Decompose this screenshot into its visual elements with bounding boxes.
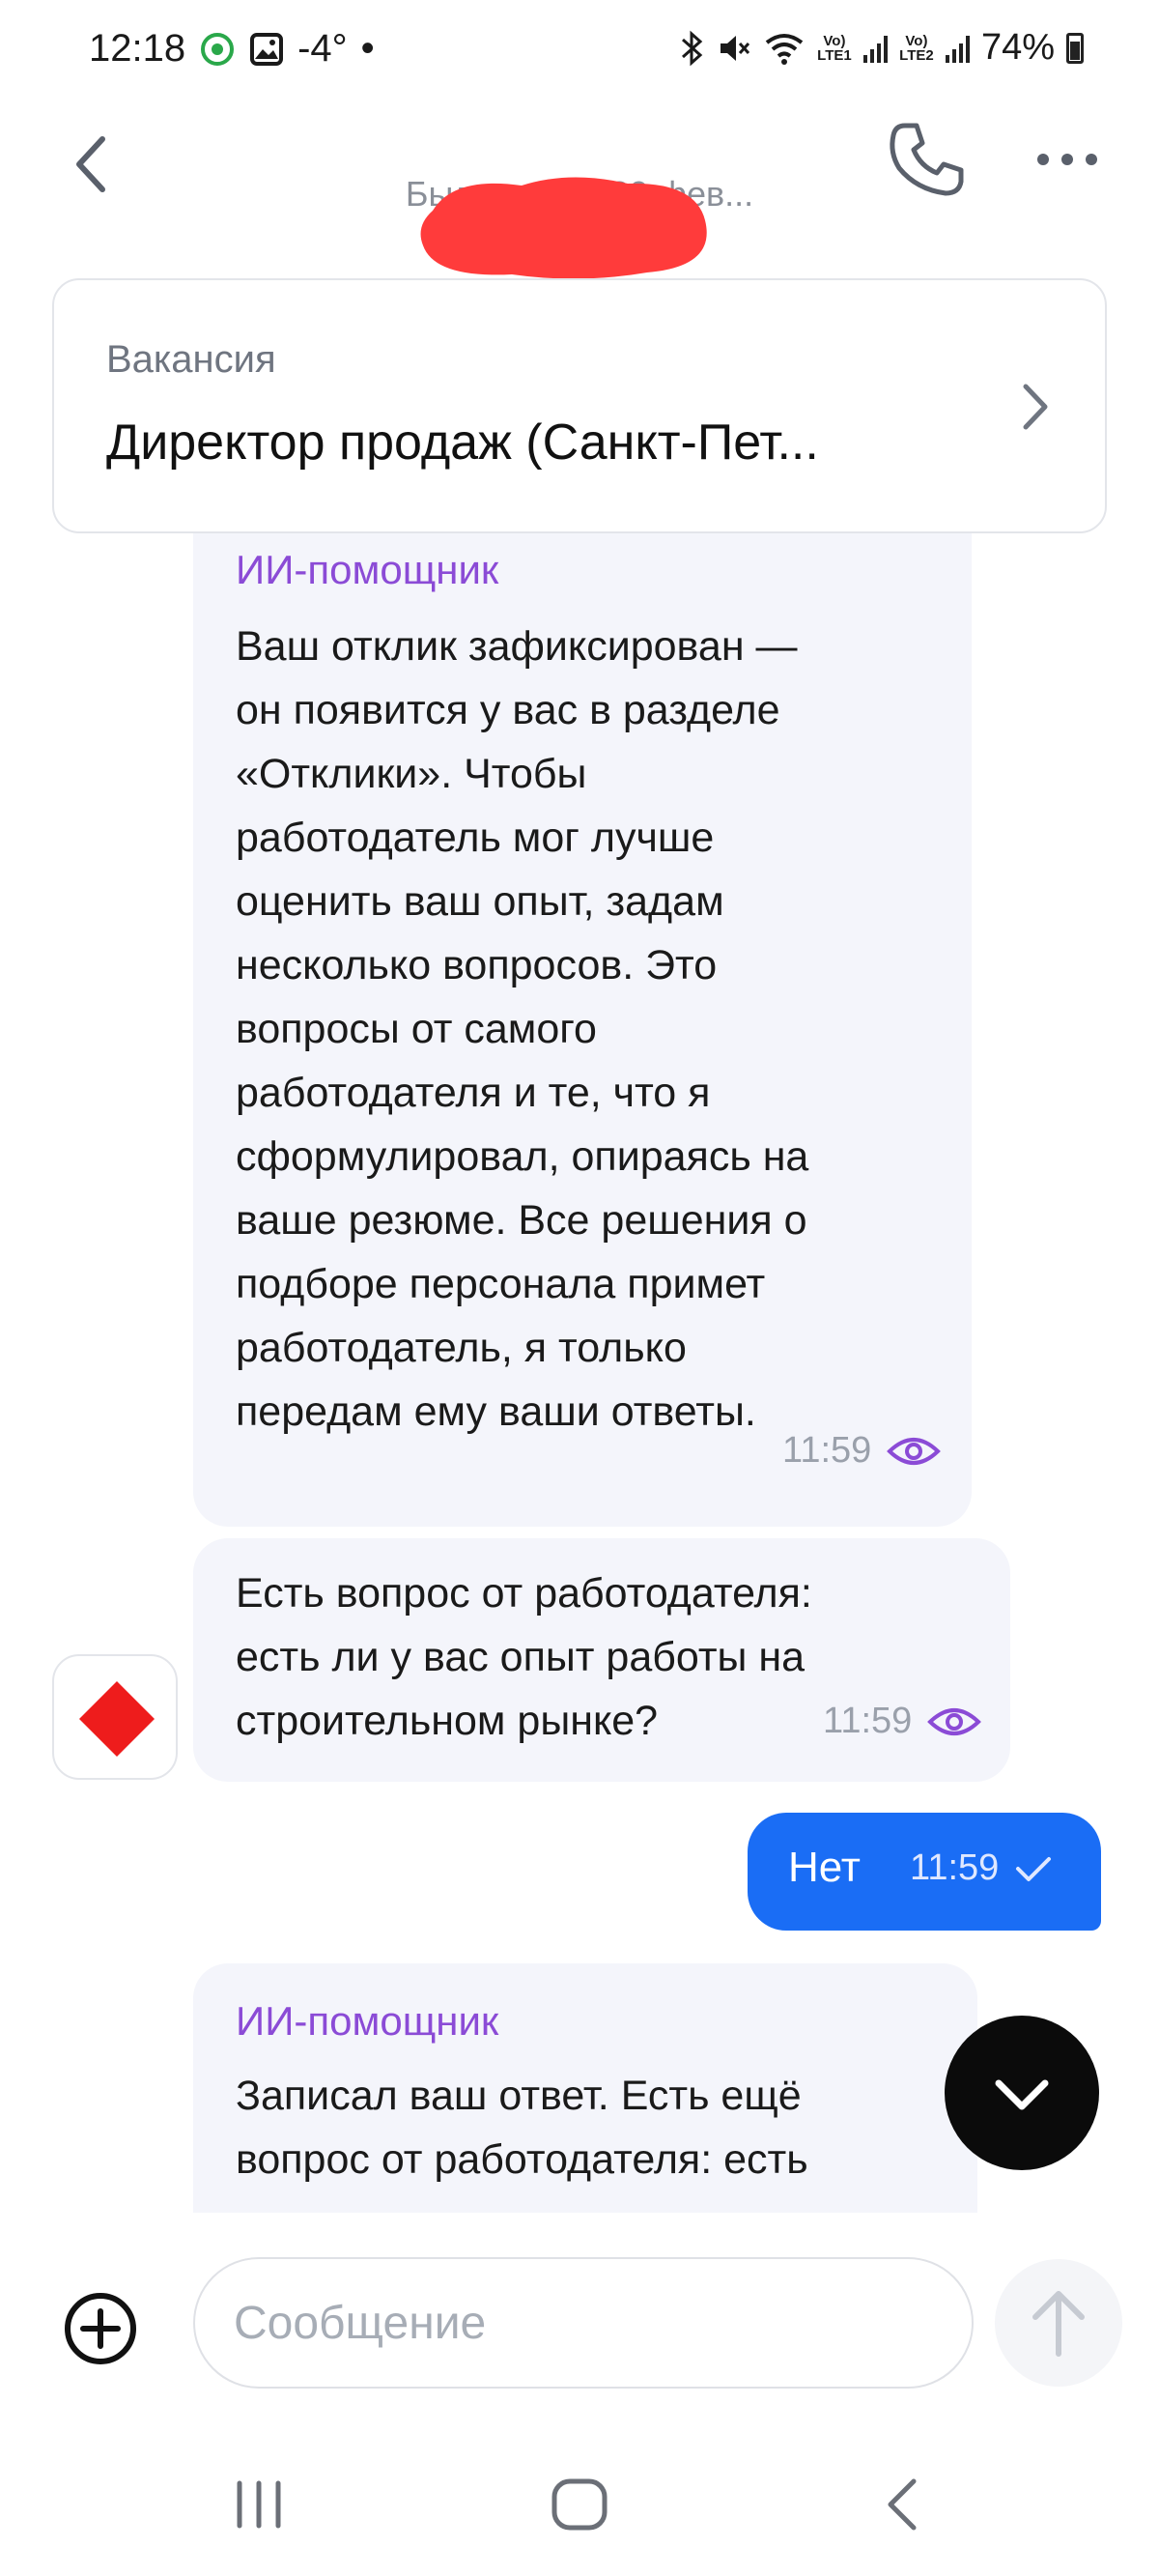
arrow-up-icon xyxy=(1032,2291,1085,2357)
vacancy-label: Вакансия xyxy=(106,338,276,381)
redaction-scribble xyxy=(420,177,707,279)
network-label-2: Vo) LTE2 xyxy=(899,32,934,64)
send-button[interactable] xyxy=(995,2259,1122,2387)
chevron-down-icon xyxy=(995,2079,1049,2110)
message-time: 11:59 xyxy=(910,1847,1000,1888)
message-input[interactable] xyxy=(193,2257,974,2389)
message-text: Есть вопрос от работодателя: есть ли у в… xyxy=(236,1570,812,1744)
status-bar-right: Vo) LTE1 Vo) LTE2 74% xyxy=(680,27,1084,69)
signal-icon-2 xyxy=(945,34,970,63)
vacancy-title: Директор продаж (Санкт-Пет... xyxy=(106,415,819,471)
status-bar: 12:18 -4° • Vo) LTE1 Vo) LTE2 74% xyxy=(0,0,1159,106)
battery-percent: 74% xyxy=(980,27,1055,68)
message-text: Записал ваш ответ. Есть ещё вопрос от ра… xyxy=(236,2073,808,2213)
system-back-icon[interactable] xyxy=(879,2474,927,2535)
vacancy-card[interactable]: Вакансия Директор продаж (Санкт-Пет... xyxy=(52,278,1107,533)
chevron-left-icon[interactable] xyxy=(64,126,122,203)
gallery-icon xyxy=(250,32,284,66)
status-time: 12:18 xyxy=(89,27,186,70)
red-diamond-icon xyxy=(79,1681,155,1757)
message-meta: 11:59 xyxy=(782,1430,942,1472)
message-time: 11:59 xyxy=(782,1430,872,1471)
mute-icon xyxy=(720,35,750,61)
message-bubble-assistant[interactable]: ИИ-помощник Ваш отклик зафиксирован — он… xyxy=(193,533,972,1527)
wifi-icon xyxy=(765,33,804,65)
employer-avatar[interactable] xyxy=(52,1654,178,1780)
message-composer xyxy=(0,2213,1159,2425)
bluetooth-icon xyxy=(681,30,703,66)
message-text: Ваш отклик зафиксирован — он появится у … xyxy=(236,623,809,1435)
eye-icon xyxy=(927,1707,982,1735)
chat-messages[interactable]: ИИ-помощник Ваш отклик зафиксирован — он… xyxy=(0,533,1159,2213)
message-sender: ИИ-помощник xyxy=(236,1998,499,2044)
app-notification-icon xyxy=(201,32,235,66)
message-time: 11:59 xyxy=(823,1701,913,1741)
message-bubble-assistant[interactable]: ИИ-помощник Записал ваш ответ. Есть ещё … xyxy=(193,1963,977,2213)
message-text: Нет xyxy=(788,1844,861,1891)
scroll-down-button[interactable] xyxy=(945,2016,1099,2170)
system-navigation-bar xyxy=(0,2425,1159,2576)
battery-icon xyxy=(1066,32,1084,64)
network-label-1: Vo) LTE1 xyxy=(817,32,852,64)
message-meta: 11:59 xyxy=(823,1701,982,1742)
message-meta: 11:59 xyxy=(910,1847,1055,1889)
message-sender: ИИ-помощник xyxy=(236,547,499,592)
plus-circle-icon[interactable] xyxy=(62,2290,139,2367)
chevron-right-icon xyxy=(1023,384,1048,430)
signal-icon-1 xyxy=(862,34,888,63)
check-icon xyxy=(1016,1856,1052,1881)
eye-icon xyxy=(887,1437,942,1465)
home-icon[interactable] xyxy=(549,2476,610,2533)
message-bubble-employer-question[interactable]: Есть вопрос от работодателя: есть ли у в… xyxy=(193,1538,1010,1782)
recent-apps-icon[interactable] xyxy=(230,2477,288,2532)
status-dot: • xyxy=(360,27,375,70)
status-bar-left: 12:18 -4° • xyxy=(89,27,375,71)
message-bubble-outgoing[interactable]: Нет 11:59 xyxy=(748,1813,1101,1931)
chat-header: Был онлайн 20 фев... xyxy=(0,106,1159,279)
phone-icon[interactable] xyxy=(884,116,971,203)
status-temperature: -4° xyxy=(297,27,348,70)
more-dots-icon[interactable] xyxy=(1033,135,1101,184)
